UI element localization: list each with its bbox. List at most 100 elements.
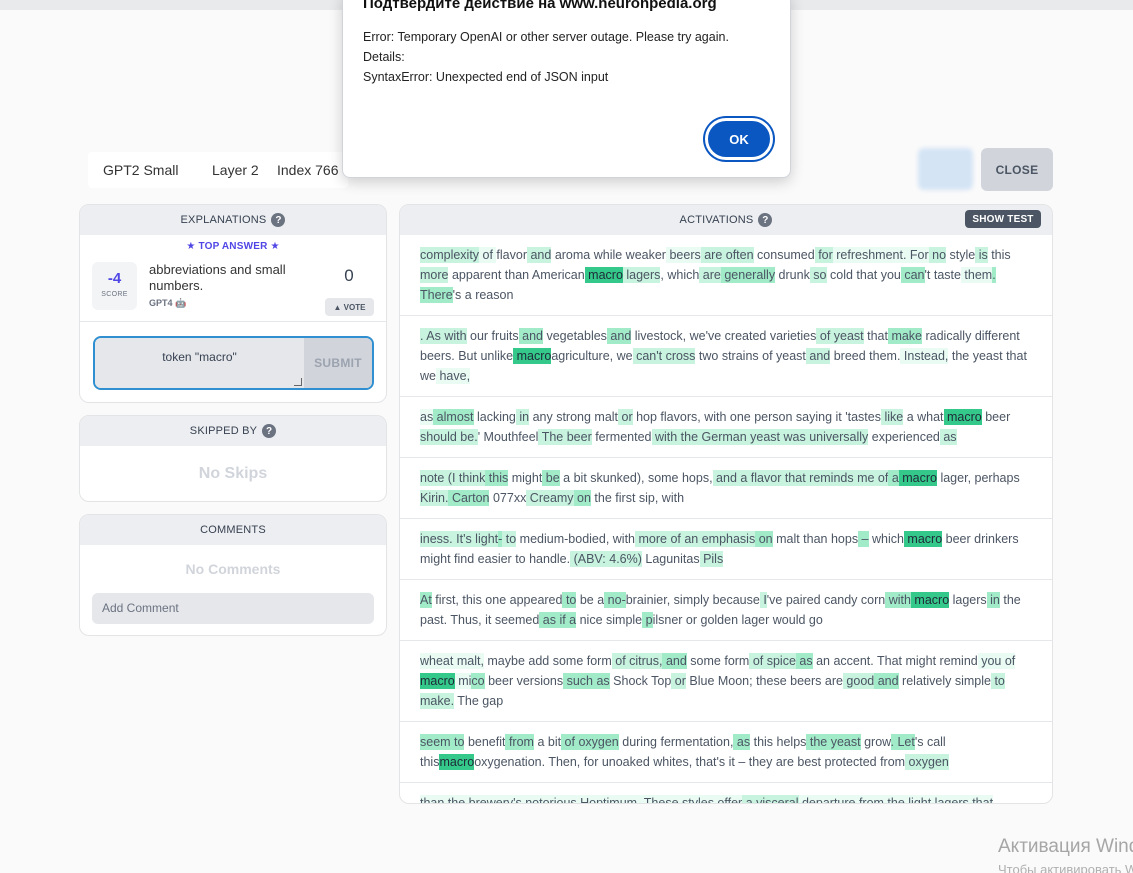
help-icon[interactable]: ? (758, 213, 773, 227)
activation-token: this one appeared (458, 593, 563, 607)
activation-token: and (662, 653, 687, 669)
test-text-input[interactable]: token "macro" (95, 338, 304, 388)
activation-token: and (606, 328, 632, 344)
activation-row[interactable]: iness. It's light- to medium-bodied, wit… (400, 519, 1052, 580)
activation-token: macro (584, 267, 623, 283)
help-icon[interactable]: ? (271, 213, 286, 227)
activation-token: two strains of yeast (695, 349, 806, 363)
activation-token: first, (431, 593, 459, 607)
activation-token: of spice (749, 653, 796, 669)
activation-token: as (733, 734, 751, 750)
activation-token: Pils (699, 551, 724, 567)
no-comments-text: No Comments (185, 561, 281, 577)
activations-panel: ACTIVATIONS ? SHOW TEST complexity of fl… (399, 204, 1053, 804)
activation-token: than the brewery's notorious Hoptimum. T… (420, 795, 743, 803)
activation-token: agriculture, we (551, 349, 633, 363)
activation-row[interactable]: wheat malt, maybe add some form of citru… (400, 641, 1052, 722)
dialog-title: Подтвердите действие на www.neuronpedia.… (363, 0, 717, 12)
activation-token: and (874, 673, 899, 689)
activation-token: fermented (591, 430, 652, 444)
activation-token: Lagunitas (641, 552, 700, 566)
activation-token: the yeast (806, 734, 861, 750)
activations-title: ACTIVATIONS (679, 214, 754, 226)
activation-token: hop flavors, with one person saying it '… (632, 410, 881, 424)
activation-token: macro (513, 348, 552, 364)
add-comment-input[interactable]: Add Comment (92, 593, 374, 624)
activation-token: and (527, 247, 552, 263)
activation-row[interactable]: . As with our fruits and vegetables and … (400, 316, 1052, 397)
vote-button[interactable]: ▲ VOTE (325, 298, 374, 316)
activation-token: as (420, 409, 434, 425)
activation-token: on (755, 531, 773, 547)
windows-activation-title: Активация Windows (998, 836, 1133, 857)
help-icon[interactable]: ? (262, 424, 277, 438)
activation-token: as (939, 429, 957, 445)
close-button[interactable]: CLOSE (981, 148, 1053, 191)
activation-token: a bit (533, 735, 562, 749)
dialog-message: Error: Temporary OpenAI or other server … (363, 27, 729, 87)
robot-icon: 🤖 (175, 298, 187, 308)
activation-row[interactable]: as almost lacking in any strong malt or … (400, 397, 1052, 458)
activation-token: that (863, 329, 888, 343)
activation-token: , which (660, 268, 700, 282)
activation-token: any strong malt (529, 410, 619, 424)
activation-row[interactable]: note (I think this might be a bit skunke… (400, 458, 1052, 519)
activation-token: – (858, 531, 869, 547)
activation-row[interactable]: than the brewery's notorious Hoptimum. T… (400, 783, 1052, 803)
layer-label[interactable]: Layer 2 (212, 150, 259, 190)
activation-token: Creamy (526, 490, 574, 506)
activation-token: simple (951, 674, 991, 688)
activation-token: Instead, (900, 348, 949, 364)
activation-token: or (671, 673, 686, 689)
model-name[interactable]: GPT2 Small (103, 150, 178, 190)
activation-token: At (420, 592, 432, 608)
activation-token: Thus, it seemed (447, 613, 540, 627)
activation-token: might remind (902, 654, 978, 668)
blurred-button[interactable] (918, 148, 973, 190)
activation-token: livestock, we've created varieties (631, 329, 817, 343)
activation-token: for unoaked whites, that's it – they are… (580, 755, 906, 769)
activation-token: our fruits (466, 329, 519, 343)
activation-token: almost (433, 409, 474, 425)
skipped-panel: SKIPPED BY ? No Skips (79, 415, 387, 502)
activation-token: grow (860, 735, 891, 749)
activation-token: brainier, simply because (625, 593, 760, 607)
activation-token: to (562, 592, 577, 608)
resize-handle-icon[interactable] (294, 378, 302, 386)
activation-token: beers (665, 247, 701, 263)
activation-token: might (508, 471, 543, 485)
skipped-header: SKIPPED BY ? (80, 416, 386, 446)
activations-header: ACTIVATIONS ? (400, 205, 1052, 235)
score-box: -4 SCORE (92, 262, 137, 310)
activation-row[interactable]: At first, this one appeared to be a no-b… (400, 580, 1052, 641)
activation-token: of yeast (816, 328, 864, 344)
activation-token: for (814, 247, 833, 263)
activation-token: so (809, 267, 827, 283)
activation-token: and a flavor that reminds me of (712, 470, 889, 486)
activation-token: no (928, 247, 947, 263)
activation-token: might find easier (420, 552, 512, 566)
activation-token: be a (576, 593, 605, 607)
activation-token: macro (420, 673, 455, 689)
windows-activation-subtitle: Чтобы активировать Windows (998, 862, 1133, 873)
activation-row[interactable]: complexity of flavor and aroma while wea… (400, 235, 1052, 316)
activation-token: seem to (420, 734, 465, 750)
score-label: SCORE (101, 291, 128, 298)
activation-token: during (618, 735, 657, 749)
activation-token: a reason (461, 288, 514, 302)
activation-token: beer (981, 410, 1011, 424)
activation-token: and (805, 348, 831, 364)
index-label[interactable]: Index 766 (277, 150, 339, 190)
test-input-group: token "macro" SUBMIT (93, 336, 374, 390)
activation-token: complexity (420, 247, 480, 263)
ok-button[interactable]: OK (705, 118, 773, 160)
activation-token: 's (452, 288, 462, 302)
activation-token: . That (870, 654, 903, 668)
activation-token: macro (898, 470, 937, 486)
activation-token: p (642, 612, 653, 628)
activation-token: this helps (750, 735, 807, 749)
activation-row[interactable]: seem to benefit from a bit of oxygen dur… (400, 722, 1052, 783)
show-test-button[interactable]: SHOW TEST (965, 210, 1041, 228)
submit-button[interactable]: SUBMIT (304, 338, 372, 388)
activation-token: of citrus, (611, 653, 663, 669)
